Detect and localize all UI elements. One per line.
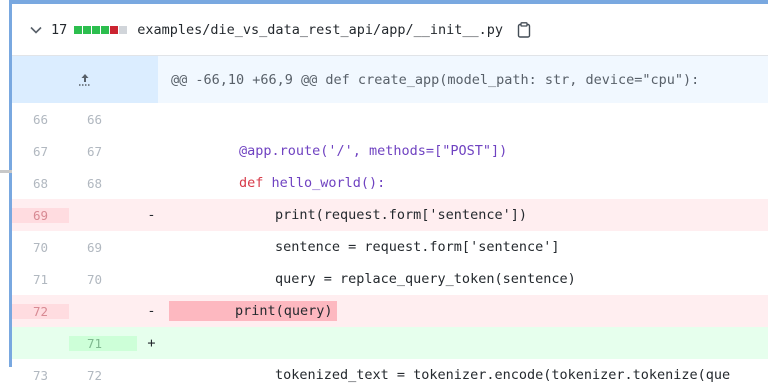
code-line: query = replace_query_token(sentence) (275, 271, 576, 287)
code-line: @app.route('/', methods=["POST"]) (239, 143, 508, 159)
code-line: tokenized_text = tokenizer.encode(tokeni… (275, 367, 731, 383)
old-line-number[interactable]: 70 (12, 240, 69, 255)
diff-line-context: 67 67 @app.route('/', methods=["POST"]) (12, 135, 768, 167)
diffstat-block-added (101, 25, 110, 34)
new-line-number[interactable]: 66 (69, 112, 137, 127)
new-line-number[interactable]: 72 (69, 368, 137, 383)
old-line-number[interactable]: 67 (12, 144, 69, 159)
diff-line-added: 71 + (12, 327, 768, 359)
diff-line-context: 68 68 def hello_world(): (12, 167, 768, 199)
new-line-number[interactable]: 69 (69, 240, 137, 255)
diff-file-panel: 17 examples/die_vs_data_rest_api/app/__i… (12, 4, 768, 383)
change-count: 17 (51, 21, 68, 38)
expand-up-icon[interactable] (12, 56, 158, 103)
new-line-number[interactable]: 68 (69, 176, 137, 191)
diffstat-bar (74, 25, 128, 34)
background-divider (0, 170, 12, 173)
diff-line-context: 73 72 tokenized_text = tokenizer.encode(… (12, 359, 768, 391)
old-line-number[interactable]: 71 (12, 272, 69, 287)
hunk-header: @@ -66,10 +66,9 @@ def create_app(model_… (12, 56, 768, 103)
new-line-number[interactable]: 70 (69, 272, 137, 287)
diff-line-context: 66 66 (12, 103, 768, 135)
diff-line-context: 70 69 sentence = request.form['sentence'… (12, 231, 768, 263)
new-line-number[interactable]: 71 (69, 335, 137, 351)
new-line-number[interactable]: 67 (69, 144, 137, 159)
deleted-whitespace-highlight (169, 301, 235, 321)
old-line-number[interactable]: 69 (12, 207, 69, 223)
diff-marker: + (147, 335, 156, 351)
diff-line-deleted: 72 - print(query) (12, 295, 768, 327)
code-line: print(query) (235, 301, 337, 321)
file-path[interactable]: examples/die_vs_data_rest_api/app/__init… (137, 22, 503, 38)
old-line-number[interactable]: 68 (12, 176, 69, 191)
diffstat-block-added (83, 25, 92, 34)
file-header: 17 examples/die_vs_data_rest_api/app/__i… (12, 4, 768, 56)
diffstat-block-added (92, 25, 101, 34)
code-line: sentence = request.form['sentence'] (275, 239, 560, 255)
old-line-number[interactable]: 73 (12, 368, 69, 383)
old-line-number[interactable]: 66 (12, 112, 69, 127)
diffstat-block-neutral (119, 25, 128, 34)
diffstat-block-deleted (110, 25, 119, 34)
diffstat-block-added (74, 25, 83, 34)
diff-marker: - (147, 207, 156, 223)
chevron-down-icon[interactable] (29, 26, 43, 34)
diff-lines: 66 66 67 67 @app.route('/', methods=["PO… (12, 103, 768, 391)
old-line-number[interactable]: 72 (12, 303, 69, 319)
code-line: def hello_world(): (239, 175, 386, 191)
clipboard-copy-icon[interactable] (517, 21, 531, 38)
code-line: print(request.form['sentence']) (275, 207, 527, 223)
diff-line-context: 71 70 query = replace_query_token(senten… (12, 263, 768, 295)
diff-marker: - (147, 303, 156, 319)
diff-line-deleted: 69 - print(request.form['sentence']) (12, 199, 768, 231)
hunk-header-text: @@ -66,10 +66,9 @@ def create_app(model_… (171, 71, 700, 88)
